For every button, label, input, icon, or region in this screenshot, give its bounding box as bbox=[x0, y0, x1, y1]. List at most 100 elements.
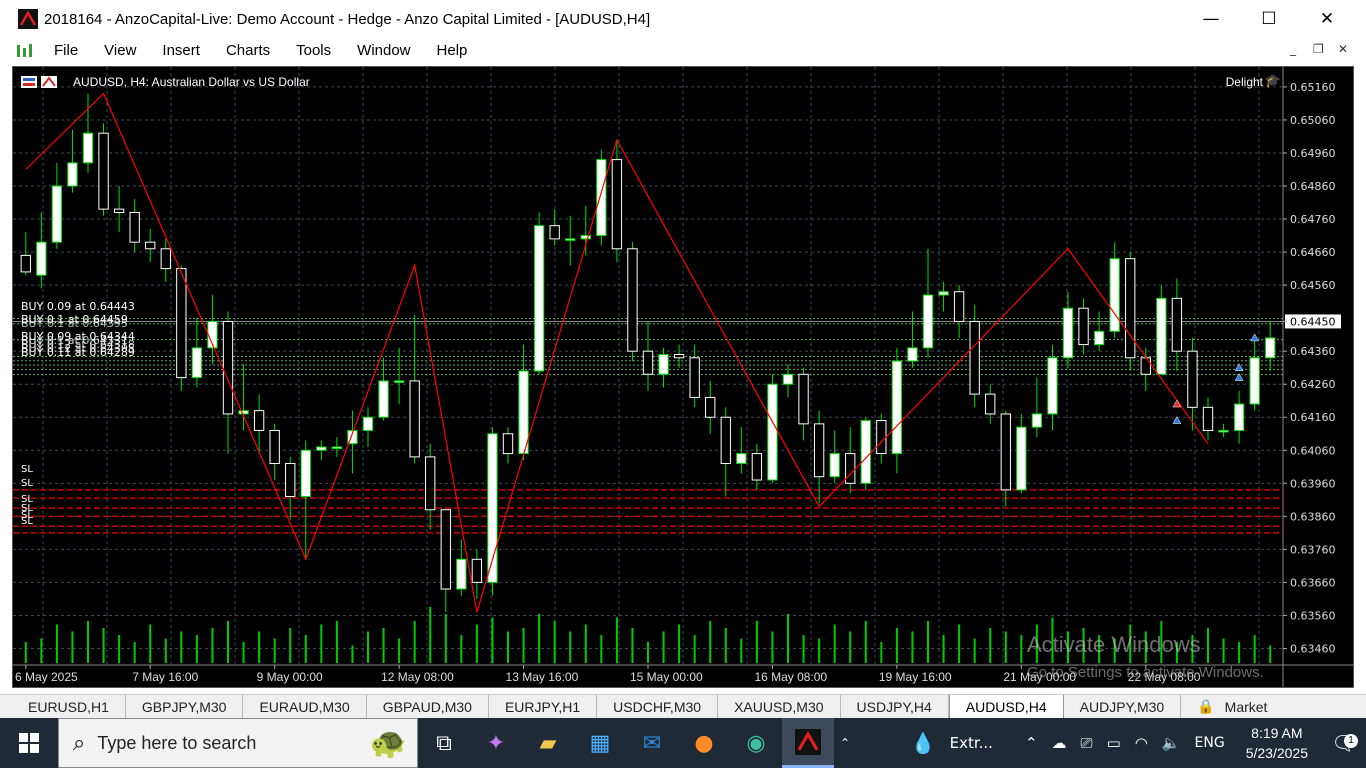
menu-window[interactable]: Window bbox=[344, 42, 423, 59]
chart-symbol-label: AUDUSD, H4: Australian Dollar vs US Doll… bbox=[73, 75, 310, 89]
menu-charts[interactable]: Charts bbox=[213, 42, 283, 59]
stop-loss-label: SL bbox=[21, 464, 33, 475]
tab-usdjpy-h4[interactable]: USDJPY,H4 bbox=[841, 695, 949, 718]
tab-market[interactable]: 🔒 Market bbox=[1181, 695, 1283, 718]
candle-bull bbox=[1218, 429, 1229, 433]
maximize-button[interactable]: ☐ bbox=[1240, 0, 1298, 38]
clock-date: 5/23/2025 bbox=[1245, 745, 1308, 761]
menu-tools[interactable]: Tools bbox=[283, 42, 344, 59]
tab-usdchf-m30[interactable]: USDCHF,M30 bbox=[597, 695, 719, 718]
tab-eurjpy-h1[interactable]: EURJPY,H1 bbox=[489, 695, 598, 718]
tab-euraud-m30[interactable]: EURAUD,M30 bbox=[243, 695, 367, 718]
candle-bear bbox=[876, 420, 887, 455]
candle-bear bbox=[440, 509, 451, 590]
x-tick-label: 15 May 00:00 bbox=[630, 670, 703, 684]
y-tick-label: 0.64260 bbox=[1290, 378, 1336, 391]
activate-windows-subtitle: Go to Settings to activate Windows. bbox=[1027, 664, 1264, 681]
notification-center-button[interactable]: 🗨 1 bbox=[1322, 731, 1366, 756]
y-tick-label: 0.64860 bbox=[1290, 180, 1336, 193]
close-button[interactable]: ✕ bbox=[1298, 0, 1356, 38]
anzo-app-icon bbox=[795, 728, 821, 755]
task-view-icon[interactable]: ⧉ bbox=[418, 718, 470, 768]
window-title: 2018164 - AnzoCapital-Live: Demo Account… bbox=[44, 10, 651, 28]
menu-help[interactable]: Help bbox=[424, 42, 481, 59]
mdi-close-button[interactable]: ✕ bbox=[1338, 42, 1348, 56]
candle-bull bbox=[36, 241, 47, 276]
tab-xauusd-m30[interactable]: XAUUSD,M30 bbox=[718, 695, 841, 718]
candle-bull bbox=[1233, 403, 1245, 431]
tab-gbpaud-m30[interactable]: GBPAUD,M30 bbox=[367, 695, 489, 718]
menu-file[interactable]: File bbox=[41, 42, 91, 59]
taskbar-overflow-icon[interactable]: ⌃ bbox=[834, 718, 856, 768]
candle-bear bbox=[642, 350, 654, 375]
network-error-icon[interactable]: ☁ bbox=[1045, 734, 1074, 752]
activate-windows-watermark: Activate Windows bbox=[1027, 632, 1201, 657]
candle-bull bbox=[938, 291, 949, 296]
copilot-icon[interactable]: ✦ bbox=[470, 718, 522, 768]
start-button[interactable] bbox=[0, 718, 58, 768]
candle-bear bbox=[145, 241, 156, 250]
candle-bull bbox=[922, 294, 934, 349]
candle-bull bbox=[1156, 297, 1167, 375]
search-icon: ⌕ bbox=[73, 730, 86, 756]
tab-audjpy-m30[interactable]: AUDJPY,M30 bbox=[1064, 695, 1182, 718]
wifi-icon[interactable]: ◠ bbox=[1128, 734, 1155, 752]
y-tick-label: 0.63760 bbox=[1290, 543, 1336, 556]
menu-view[interactable]: View bbox=[91, 42, 149, 59]
battery-icon[interactable]: ▭ bbox=[1100, 734, 1128, 752]
taskbar-search-box[interactable]: ⌕ Type here to search 🐢 bbox=[58, 718, 418, 768]
candle-bull bbox=[300, 449, 311, 498]
candle-bull bbox=[1031, 413, 1043, 428]
candle-bear bbox=[985, 393, 996, 415]
candle-bear bbox=[269, 429, 280, 464]
y-tick-label: 0.63660 bbox=[1290, 576, 1336, 589]
mdi-restore-button[interactable]: ❐ bbox=[1313, 42, 1324, 56]
y-tick-label: 0.64660 bbox=[1290, 246, 1336, 259]
store-icon[interactable]: ▦ bbox=[574, 718, 626, 768]
language-indicator[interactable]: ENG bbox=[1188, 735, 1232, 751]
mdi-minimize-button[interactable]: _ bbox=[1290, 42, 1296, 56]
y-tick-label: 0.64160 bbox=[1290, 411, 1336, 424]
candle-bear bbox=[98, 132, 109, 210]
candle-bear bbox=[611, 159, 623, 250]
menu-insert[interactable]: Insert bbox=[149, 42, 213, 59]
anzo-metatrader-icon[interactable] bbox=[782, 718, 834, 768]
candle-bull bbox=[238, 410, 249, 415]
candle-bull bbox=[1062, 307, 1074, 359]
y-tick-label: 0.64060 bbox=[1290, 444, 1336, 457]
minimize-button[interactable]: — bbox=[1182, 0, 1240, 38]
candle-bear bbox=[751, 453, 763, 481]
candle-bull bbox=[456, 558, 467, 590]
trade-arrow-icon bbox=[1250, 333, 1260, 342]
candle-bear bbox=[1000, 413, 1011, 491]
edge-icon[interactable]: ◉ bbox=[730, 718, 782, 768]
tray-app-label[interactable]: Extr... bbox=[943, 734, 1000, 752]
water-drop-icon[interactable]: 💧 bbox=[904, 731, 943, 755]
x-tick-label: 19 May 16:00 bbox=[879, 670, 952, 684]
candle-bull bbox=[316, 446, 327, 451]
camera-icon[interactable]: ⎚ bbox=[1074, 734, 1100, 752]
mdi-chart-icon[interactable] bbox=[15, 43, 33, 59]
stop-loss-label: SL bbox=[21, 516, 33, 527]
show-hidden-icons[interactable]: ⌃ bbox=[1018, 734, 1045, 752]
candle-bear bbox=[222, 320, 234, 415]
outlook-icon[interactable]: ✉ bbox=[626, 718, 678, 768]
y-tick-label: 0.65160 bbox=[1290, 81, 1336, 94]
candle-bear bbox=[673, 353, 685, 359]
candle-bull bbox=[1016, 426, 1027, 491]
candle-bear bbox=[285, 462, 296, 498]
candlestick-chart[interactable]: 0.65160 0.65060 0.64960 0.64860 0.64760 0.646… bbox=[13, 67, 1354, 688]
candle-bull bbox=[580, 235, 591, 240]
volume-icon[interactable]: 🔈 bbox=[1155, 734, 1188, 752]
candle-bull bbox=[565, 238, 576, 241]
tab-audusd-h4[interactable]: AUDUSD,H4 bbox=[948, 695, 1064, 718]
expert-advisor-label[interactable]: Delight bbox=[1226, 75, 1263, 89]
clock[interactable]: 8:19 AM 5/23/2025 bbox=[1232, 723, 1322, 763]
tab-gbpjpy-m30[interactable]: GBPJPY,M30 bbox=[126, 695, 244, 718]
chart-window[interactable]: 0.65160 0.65060 0.64960 0.64860 0.64760 0.646… bbox=[12, 66, 1354, 688]
y-tick-label: 0.63560 bbox=[1290, 609, 1336, 622]
firefox-icon[interactable]: ● bbox=[678, 718, 730, 768]
candle-bear bbox=[953, 291, 965, 322]
file-explorer-icon[interactable]: ▰ bbox=[522, 718, 574, 768]
tab-eurusd-h1[interactable]: EURUSD,H1 bbox=[12, 695, 126, 718]
